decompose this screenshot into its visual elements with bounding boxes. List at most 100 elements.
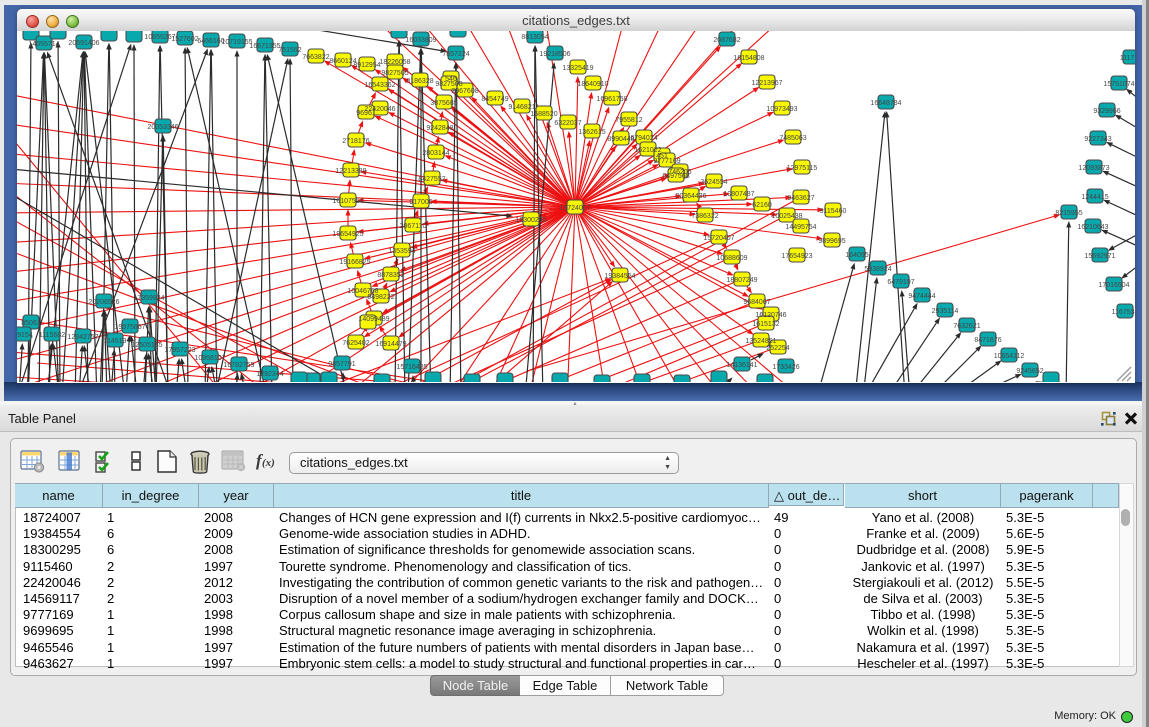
svg-text:5498222: 5498222 (367, 294, 394, 301)
svg-text:18724007: 18724007 (559, 205, 590, 212)
svg-text:8215955: 8215955 (1055, 210, 1082, 217)
svg-text:917006: 917006 (409, 199, 432, 206)
svg-text:10654112: 10654112 (994, 353, 1025, 360)
svg-text:751552: 751552 (278, 47, 301, 54)
svg-text:17654923: 17654923 (781, 253, 812, 260)
svg-text:17359924: 17359924 (133, 295, 164, 302)
svg-text:1167533: 1167533 (1112, 309, 1135, 316)
svg-text:14055714: 14055714 (28, 41, 59, 48)
svg-text:10958107: 10958107 (194, 355, 225, 362)
svg-text:7386322: 7386322 (691, 213, 718, 220)
svg-text:96961: 96961 (356, 110, 376, 117)
svg-text:9245652: 9245652 (1016, 368, 1043, 375)
svg-text:3624554: 3624554 (700, 179, 727, 186)
svg-text:12942757: 12942757 (67, 334, 98, 341)
svg-text:2067110: 2067110 (400, 223, 427, 230)
svg-text:6479197: 6479197 (887, 279, 914, 286)
svg-text:19218506: 19218506 (539, 51, 570, 58)
svg-text:15692971: 15692971 (1084, 253, 1115, 260)
svg-text:19654925: 19654925 (332, 231, 363, 238)
svg-text:9146821: 9146821 (508, 104, 535, 111)
svg-text:8813054: 8813054 (521, 34, 548, 41)
svg-text:10025438: 10025438 (771, 213, 802, 220)
svg-text:2803144: 2803144 (422, 150, 449, 157)
svg-text:18226058: 18226058 (379, 59, 410, 66)
svg-text:10807487: 10807487 (723, 191, 754, 198)
svg-text:19975867: 19975867 (114, 324, 145, 331)
svg-text:12505135: 12505135 (131, 342, 162, 349)
svg-text:8471676: 8471676 (974, 337, 1001, 344)
svg-text:9242848: 9242848 (426, 125, 453, 132)
svg-text:7857224: 7857224 (442, 51, 469, 58)
svg-text:20364436: 20364436 (675, 193, 706, 200)
svg-text:8878352: 8878352 (377, 272, 404, 279)
svg-text:252254: 252254 (766, 345, 789, 352)
svg-text:15720407: 15720407 (703, 235, 734, 242)
svg-text:9227343: 9227343 (1084, 136, 1111, 143)
svg-text:9474444: 9474444 (908, 293, 935, 300)
svg-text:19166825: 19166825 (339, 259, 370, 266)
svg-text:17957223: 17957223 (164, 347, 195, 354)
svg-text:7625402: 7625402 (342, 340, 369, 347)
svg-text:8186328: 8186328 (406, 78, 433, 85)
svg-text:8912954: 8912954 (353, 62, 380, 69)
svg-text:3875685: 3875685 (430, 100, 457, 107)
svg-text:9827505: 9827505 (381, 70, 408, 77)
svg-text:6794024: 6794024 (630, 135, 657, 142)
svg-text:1353594: 1353594 (388, 248, 415, 255)
svg-text:12093873: 12093873 (1078, 165, 1109, 172)
svg-text:14099489: 14099489 (358, 316, 389, 323)
svg-text:19384554: 19384554 (604, 273, 635, 280)
svg-text:2935114: 2935114 (932, 308, 959, 315)
svg-text:9827508: 9827508 (435, 81, 462, 88)
svg-text:9115460: 9115460 (820, 208, 847, 215)
svg-text:18300295: 18300295 (515, 217, 546, 224)
svg-text:8454749: 8454749 (481, 96, 508, 103)
svg-text:16961758: 16961758 (596, 96, 627, 103)
svg-text:16648784: 16648784 (870, 100, 901, 107)
svg-text:12213967: 12213967 (751, 80, 782, 87)
svg-text:10973493: 10973493 (766, 106, 797, 113)
svg-text:7485063: 7485063 (779, 135, 806, 142)
svg-text:9777169: 9777169 (653, 158, 680, 165)
svg-text:9857791: 9857791 (328, 361, 355, 368)
svg-text:16107554: 16107554 (332, 198, 363, 205)
svg-text:(x): (x) (262, 457, 275, 469)
svg-text:1733426: 1733426 (772, 364, 799, 371)
svg-text:164095: 164095 (845, 252, 868, 259)
svg-text:1362615: 1362615 (578, 129, 605, 136)
svg-text:1292344: 1292344 (256, 371, 283, 378)
svg-text:16033809: 16033809 (405, 37, 436, 44)
svg-text:1244415: 1244415 (1081, 194, 1108, 201)
svg-text:2967608: 2967608 (451, 88, 478, 95)
svg-text:16120746: 16120746 (755, 312, 786, 319)
svg-text:39154: 39154 (17, 332, 33, 339)
svg-text:1115682: 1115682 (39, 332, 65, 339)
svg-text:6497568: 6497568 (662, 173, 689, 180)
svg-text:16210643: 16210643 (1077, 224, 1108, 231)
svg-text:2087682: 2087682 (713, 37, 740, 44)
svg-text:14495754: 14495754 (785, 224, 816, 231)
svg-text:7955812: 7955812 (615, 117, 642, 124)
svg-text:9329966: 9329966 (1093, 108, 1120, 115)
svg-text:9899695: 9899695 (818, 238, 845, 245)
svg-text:1615132: 1615132 (752, 321, 779, 328)
svg-text:16782759: 16782759 (223, 362, 254, 369)
svg-text:5938924: 5938924 (864, 266, 891, 273)
svg-text:16154808: 16154808 (733, 55, 764, 62)
svg-text:12975115: 12975115 (787, 165, 818, 172)
svg-text:12213389: 12213389 (335, 168, 366, 175)
svg-text:20206526: 20206526 (88, 299, 119, 306)
svg-text:10688609: 10688609 (716, 255, 747, 262)
svg-text:16914479: 16914479 (375, 341, 406, 348)
svg-text:18640910: 18640910 (577, 81, 608, 88)
svg-text:9463627: 9463627 (787, 195, 814, 202)
svg-text:1527602: 1527602 (171, 36, 198, 43)
svg-text:15716485: 15716485 (396, 364, 427, 371)
svg-text:7663822: 7663822 (302, 54, 329, 61)
svg-text:85061: 85061 (21, 320, 41, 327)
svg-text:18807249: 18807249 (726, 277, 757, 284)
svg-text:14136141: 14136141 (726, 362, 757, 369)
svg-text:17016504: 17016504 (1098, 282, 1129, 289)
svg-text:20053346: 20053346 (147, 124, 178, 131)
